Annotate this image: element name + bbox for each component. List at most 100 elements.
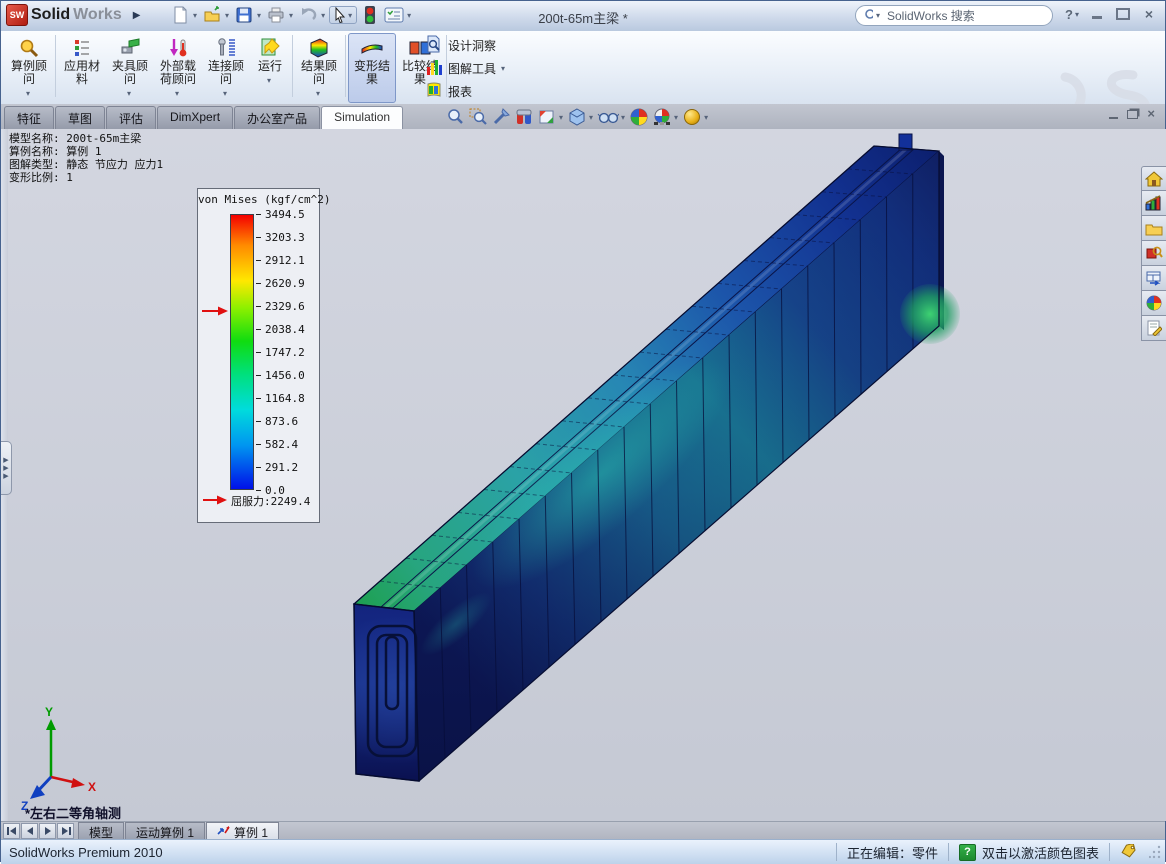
tab-features[interactable]: 特征 [4,106,54,129]
product-name: SolidWorks Premium 2010 [9,845,836,860]
tab-scroll-buttons [3,823,74,839]
previous-view-icon[interactable] [490,107,512,127]
chevron-down-icon[interactable]: ▾ [501,64,505,73]
command-tab-bar: 特征 草图 评估 DimXpert 办公室产品 Simulation ▾ ▾ ▾… [1,104,1165,130]
ribbon-button-deformed-result[interactable]: 变形结果 [348,33,396,103]
ribbon-button-label: 外部载荷顾问 [155,60,201,86]
graphics-viewport[interactable]: Y X Z 模型名称: 200t-65m主梁算例名称: 算例 1图解类型: 静态… [1,129,1166,821]
home-icon[interactable] [1141,166,1166,191]
view-settings-icon[interactable] [681,107,703,127]
legend-gradient-bar[interactable] [230,214,254,490]
tab-dimxpert[interactable]: DimXpert [157,106,233,129]
ribbon-button-run[interactable]: 运行 ▾ [250,33,290,103]
yield-strength-arrow-icon [202,306,228,319]
minimize-button[interactable] [1087,6,1107,22]
ribbon-button-study-advisor[interactable]: 算例顾问 ▾ [5,33,53,103]
tag-segment [1109,843,1147,861]
resize-grip[interactable] [1149,843,1163,861]
titlebar: SW SolidWorks ▶ ▾ ▾ ▾ ▾ ▾ ▾ ▾ 200t-65m主梁… [1,1,1165,32]
view-orientation-label: *左右二等角轴测 [25,803,121,822]
chevron-down-icon[interactable]: ▾ [621,113,625,122]
zoom-to-fit-icon[interactable] [444,107,466,127]
chevron-down-icon[interactable]: ▾ [223,87,227,100]
view-palette-icon[interactable] [1141,266,1166,291]
yield-strength-arrow-icon [203,495,227,508]
search-box[interactable]: ▾ [855,5,1053,26]
chevron-down-icon[interactable]: ▾ [267,74,271,87]
panel-expand-handle[interactable]: ▶▶▶ [1,441,12,495]
ribbon-button-design-insight[interactable]: 设计洞察 [425,35,507,55]
ribbon-button-results-advisor[interactable]: 结果顾问 ▾ [295,33,343,103]
tab-office-products[interactable]: 办公室产品 [234,106,320,129]
legend-tick: 3203.3 [265,231,305,244]
doc-minimize-button[interactable] [1109,109,1118,119]
next-tab-icon[interactable] [39,823,56,839]
run-icon [259,36,281,60]
study-advisor-icon [18,36,40,60]
tag-icon[interactable] [1120,844,1137,861]
zoom-to-area-icon[interactable] [467,107,489,127]
chevron-down-icon[interactable]: ▾ [876,11,880,20]
ribbon-button-label: 夹具顾问 [107,60,153,86]
chevron-down-icon[interactable]: ▾ [559,113,563,122]
legend-tick: 1456.0 [265,369,305,382]
view-orientation-icon[interactable] [536,107,558,127]
section-view-icon[interactable] [513,107,535,127]
chevron-down-icon[interactable]: ▾ [127,87,131,100]
first-tab-icon[interactable] [3,823,20,839]
ribbon-button-connections-advisor[interactable]: 连接顾问 ▾ [202,33,250,103]
doc-restore-button[interactable] [1127,109,1138,119]
chevron-down-icon[interactable]: ▾ [674,113,678,122]
status-hint: 双击以激活颜色图表 [982,843,1099,862]
hint-segment: ? 双击以激活颜色图表 [948,843,1109,861]
file-explorer-icon[interactable] [1141,216,1166,241]
ribbon-button-apply-material[interactable]: 应用材料 [58,33,106,103]
design-library-icon[interactable] [1141,191,1166,216]
tab-study-1[interactable]: 算例 1 [206,822,279,840]
tab-motion-study-1[interactable]: 运动算例 1 [125,822,205,840]
chevron-down-icon[interactable]: ▾ [316,87,320,100]
apply-scene-icon[interactable] [651,107,673,127]
display-style-icon[interactable] [566,107,588,127]
chevron-down-icon[interactable]: ▾ [26,87,30,100]
legend-tick: 3494.5 [265,208,305,221]
ribbon-button-label: 结果顾问 [296,60,342,86]
legend-tick: 582.4 [265,438,298,451]
help-icon[interactable]: ? [959,844,976,861]
tab-model[interactable]: 模型 [78,822,124,840]
custom-properties-icon[interactable] [1141,316,1166,341]
document-window-controls: × [1109,109,1155,119]
ribbon-button-external-loads-advisor[interactable]: 外部载荷顾问 ▾ [154,33,202,103]
chevron-down-icon[interactable]: ▾ [589,113,593,122]
chevron-down-icon[interactable]: ▾ [175,87,179,100]
legend-tick: 873.6 [265,415,298,428]
tab-evaluate[interactable]: 评估 [106,106,156,129]
ribbon-button-plot-tools[interactable]: 图解工具 ▾ [425,58,507,78]
legend-tick: 2620.9 [265,277,305,290]
maximize-button[interactable] [1113,6,1133,22]
tab-simulation[interactable]: Simulation [321,106,403,129]
yield-strength-label: 屈服力:2249.4 [231,493,310,509]
legend-tick: 291.2 [265,461,298,474]
legend-tick: 2912.1 [265,254,305,267]
hide-show-items-icon[interactable] [596,107,620,127]
chevron-down-icon: ▾ [1075,10,1079,19]
ribbon-button-label: 运行 [258,60,282,73]
ribbon-button-report[interactable]: 报表 [425,81,507,101]
beam-model-3d[interactable]: Y X Z [1,129,1166,821]
appearances-icon[interactable] [1141,291,1166,316]
last-tab-icon[interactable] [57,823,74,839]
doc-close-button[interactable]: × [1147,109,1155,119]
chevron-down-icon[interactable]: ▾ [704,113,708,122]
search-cube-icon[interactable] [1141,241,1166,266]
ribbon-button-fixtures-advisor[interactable]: 夹具顾问 ▾ [106,33,154,103]
edit-appearance-icon[interactable] [628,107,650,127]
connections-advisor-icon [215,36,237,60]
ribbon-button-label: 连接顾问 [203,60,249,86]
help-button[interactable]: ?▾ [1065,7,1081,22]
tab-sketch[interactable]: 草图 [55,106,105,129]
search-input[interactable] [885,8,1044,24]
previous-tab-icon[interactable] [21,823,38,839]
close-button[interactable]: × [1139,6,1159,22]
plot-annotation: 模型名称: 200t-65m主梁算例名称: 算例 1图解类型: 静态 节应力 应… [9,132,163,184]
